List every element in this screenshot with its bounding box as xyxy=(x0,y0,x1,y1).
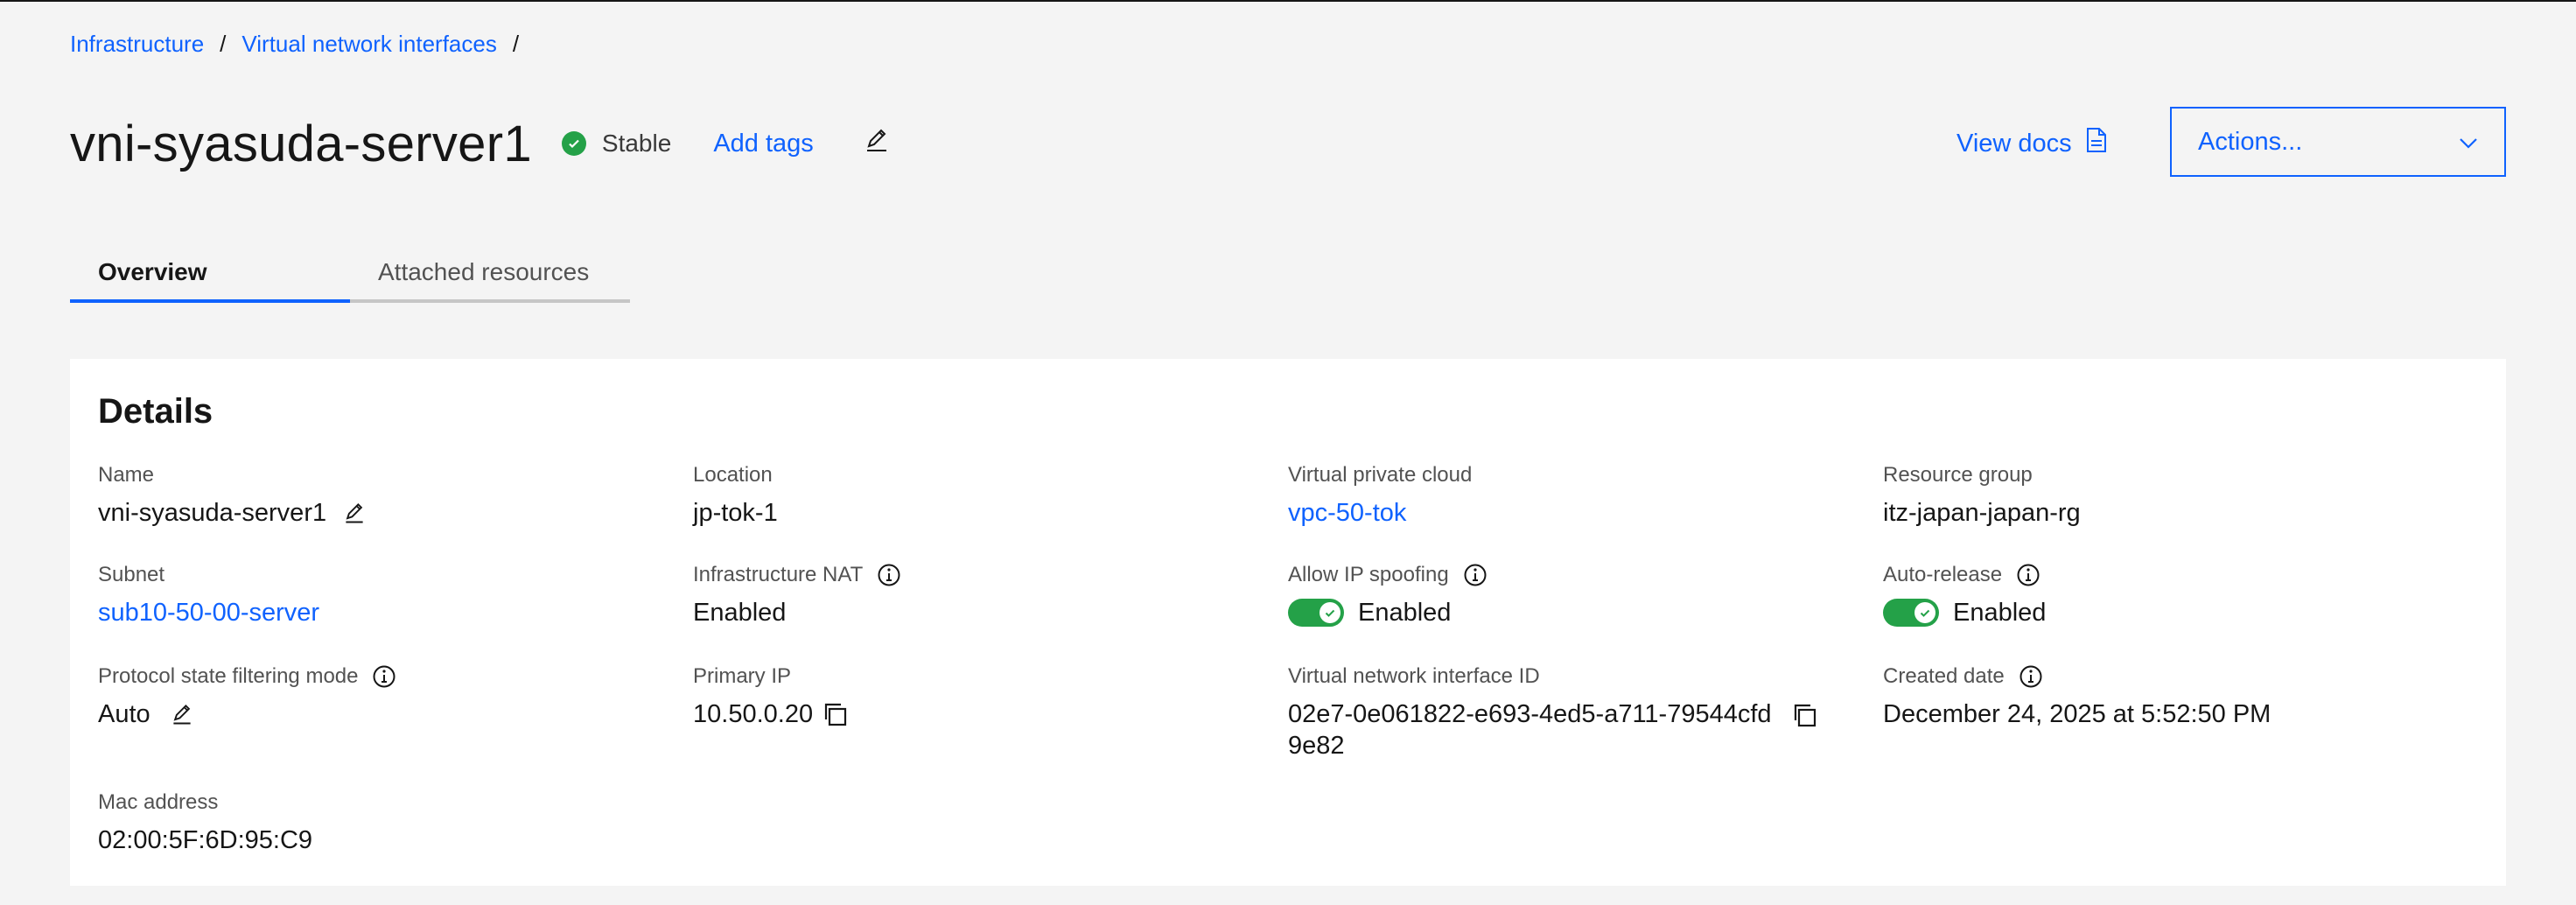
info-icon[interactable] xyxy=(2016,563,2040,587)
field-protocol-state-filtering: Protocol state filtering mode Auto xyxy=(98,663,396,730)
toggle-check-icon xyxy=(1320,602,1340,623)
view-docs-link[interactable]: View docs xyxy=(1956,126,2107,161)
field-label: Subnet xyxy=(98,563,165,586)
field-name: Name vni-syasuda-server1 xyxy=(98,462,367,529)
auto-release-toggle[interactable] xyxy=(1883,599,1939,627)
field-vni-id: Virtual network interface ID 02e7-0e0618… xyxy=(1288,663,1848,761)
field-label: Mac address xyxy=(98,790,219,814)
page-header: vni-syasuda-server1 Stable Add tags xyxy=(70,112,891,175)
chevron-down-icon xyxy=(2459,128,2478,157)
ip-spoofing-value: Enabled xyxy=(1288,597,1488,628)
vpc-link[interactable]: vpc-50-tok xyxy=(1288,497,1472,529)
field-mac-address: Mac address 02:00:5F:6D:95:C9 xyxy=(98,789,312,856)
mac-address-value: 02:00:5F:6D:95:C9 xyxy=(98,826,313,854)
copy-icon[interactable] xyxy=(1791,702,1817,728)
field-location: Location jp-tok-1 xyxy=(693,462,778,529)
top-border xyxy=(0,0,2576,2)
info-icon[interactable] xyxy=(877,563,901,587)
field-ip-spoofing: Allow IP spoofing Enabled xyxy=(1288,562,1488,628)
breadcrumb-separator: / xyxy=(512,30,520,57)
field-vpc: Virtual private cloud vpc-50-tok xyxy=(1288,462,1472,529)
details-card: Details Name vni-syasuda-server1 Locatio… xyxy=(70,359,2506,886)
tab-list: Overview Attached resources xyxy=(70,245,630,303)
resource-group-value: itz-japan-japan-rg xyxy=(1883,499,2081,527)
edit-protocol-pencil-icon[interactable] xyxy=(170,702,194,726)
view-docs-label: View docs xyxy=(1956,129,2072,158)
created-date-value: December 24, 2025 at 5:52:50 PM xyxy=(1883,700,2272,728)
tab-overview[interactable]: Overview xyxy=(70,245,350,303)
ip-spoofing-toggle[interactable] xyxy=(1288,599,1344,627)
field-created-date: Created date December 24, 2025 at 5:52:5… xyxy=(1883,663,2271,730)
info-icon[interactable] xyxy=(1463,563,1488,587)
vni-id-value: 02e7-0e061822-e693-4ed5-a711-79544cfd 9e… xyxy=(1288,698,1848,761)
vni-id-text: 02e7-0e061822-e693-4ed5-a711-79544cfd 9e… xyxy=(1288,698,1772,761)
field-primary-ip: Primary IP 10.50.0.20 xyxy=(693,663,848,730)
field-subnet: Subnet sub10-50-00-server xyxy=(98,562,319,628)
field-value: vni-syasuda-server1 xyxy=(98,497,367,529)
primary-ip-text: 10.50.0.20 xyxy=(693,700,814,728)
actions-dropdown[interactable]: Actions... xyxy=(2170,107,2506,177)
ip-spoofing-label: Allow IP spoofing xyxy=(1288,563,1449,586)
field-label: Location xyxy=(693,463,773,487)
field-label: Created date xyxy=(1883,663,2271,690)
field-label: Primary IP xyxy=(693,664,792,688)
field-label: Protocol state filtering mode xyxy=(98,663,396,690)
protocol-filter-mode: Auto xyxy=(98,700,150,728)
page-title: vni-syasuda-server1 xyxy=(70,115,532,172)
vni-id-line-2: 9e82 xyxy=(1288,732,1345,760)
field-label: Name xyxy=(98,463,155,487)
auto-release-value: Enabled xyxy=(1883,597,2046,628)
vni-id-line-1: 02e7-0e061822-e693-4ed5-a711-79544cfd xyxy=(1288,700,1772,728)
edit-title-pencil-icon[interactable] xyxy=(863,126,891,154)
checkmark-circle-icon xyxy=(561,131,586,156)
auto-release-state: Enabled xyxy=(1953,599,2047,627)
created-date-label: Created date xyxy=(1883,664,2005,688)
field-label: Resource group xyxy=(1883,463,2033,487)
actions-label: Actions... xyxy=(2198,127,2303,156)
status-badge: Stable xyxy=(561,130,672,158)
info-icon[interactable] xyxy=(372,664,396,689)
field-label: Virtual network interface ID xyxy=(1288,664,1540,688)
field-label: Allow IP spoofing xyxy=(1288,562,1488,588)
protocol-filter-value: Auto xyxy=(98,698,396,730)
breadcrumb-separator: / xyxy=(220,30,227,57)
status-text: Stable xyxy=(601,130,672,157)
name-value: vni-syasuda-server1 xyxy=(98,499,327,527)
ip-spoofing-state: Enabled xyxy=(1358,599,1452,627)
subnet-link[interactable]: sub10-50-00-server xyxy=(98,597,319,628)
infra-nat-label: Infrastructure NAT xyxy=(693,563,864,586)
toggle-check-icon xyxy=(1914,602,1936,623)
details-title: Details xyxy=(98,392,214,431)
primary-ip-value: 10.50.0.20 xyxy=(693,698,848,730)
location-value: jp-tok-1 xyxy=(693,499,778,527)
breadcrumb: Infrastructure / Virtual network interfa… xyxy=(70,30,535,58)
edit-name-pencil-icon[interactable] xyxy=(342,501,367,525)
breadcrumb-infrastructure[interactable]: Infrastructure xyxy=(70,31,204,58)
field-label: Infrastructure NAT xyxy=(693,562,901,588)
infra-nat-value: Enabled xyxy=(693,599,787,627)
protocol-filter-label: Protocol state filtering mode xyxy=(98,664,359,688)
auto-release-label: Auto-release xyxy=(1883,563,2003,586)
breadcrumb-virtual-network-interfaces[interactable]: Virtual network interfaces xyxy=(242,31,496,58)
info-icon[interactable] xyxy=(2019,664,2043,689)
field-resource-group: Resource group itz-japan-japan-rg xyxy=(1883,462,2081,529)
add-tags-link[interactable]: Add tags xyxy=(713,130,813,158)
copy-icon[interactable] xyxy=(822,701,848,727)
tab-attached-resources[interactable]: Attached resources xyxy=(350,245,630,303)
document-icon xyxy=(2072,127,2107,160)
field-label: Auto-release xyxy=(1883,562,2046,588)
field-infrastructure-nat: Infrastructure NAT Enabled xyxy=(693,562,901,628)
field-auto-release: Auto-release Enabled xyxy=(1883,562,2046,628)
field-label: Virtual private cloud xyxy=(1288,463,1473,487)
